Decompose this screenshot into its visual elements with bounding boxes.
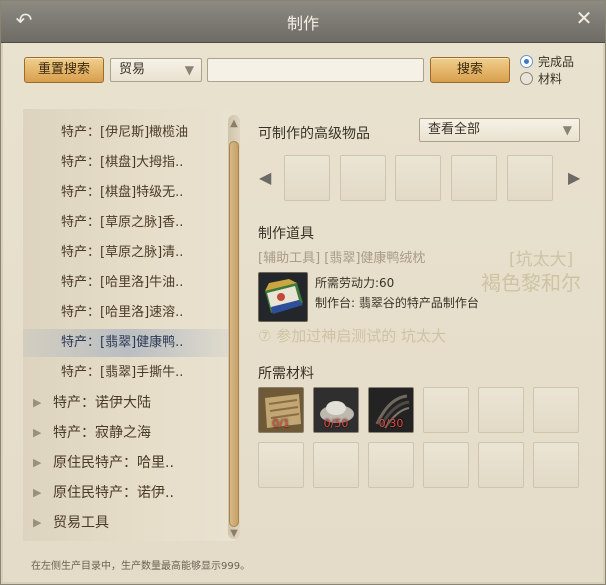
chevron-down-icon: ▼ [562,123,572,137]
tree-group[interactable]: ▶ 贸易工具 [23,509,231,537]
radio-material-label: 材料 [538,71,563,86]
material-count: 0/30 [378,417,404,430]
material-slot-empty [423,442,469,488]
ghost-text-2: 褐色黎和尔 [481,271,581,295]
tree-item[interactable]: 特产：[草原之脉]香.. [23,209,231,237]
close-icon[interactable]: ✕ [573,7,595,29]
tree-item-selected[interactable]: 特产：[翡翠]健康鸭.. [23,329,231,357]
expand-triangle-icon: ▶ [33,396,42,409]
material-count: 0/1 [272,417,290,430]
advanced-item-slot[interactable] [451,155,497,201]
crafting-tool-label: 制作道具 [258,226,314,242]
crafting-station: 制作台: 翡翠谷的特产品制作台 [315,296,479,310]
advanced-filter-select[interactable]: 查看全部 ▼ [419,118,580,142]
tree-group[interactable]: ▶ 特产：诺伊大陆 [23,389,231,417]
next-arrow-icon[interactable]: ▶ [568,165,580,191]
search-input[interactable] [207,58,424,82]
tree-item[interactable]: 特产：[伊尼斯]橄榄油 [23,119,231,147]
ghost-text-3: ⑦ 参加过神启测试的 坑太大 [258,325,446,346]
tree-group-label: 贸易工具 [53,515,109,531]
radio-material[interactable]: 材料 [520,70,562,86]
scroll-down-icon[interactable]: ▼ [228,527,240,541]
window-title: 制作 [286,14,319,33]
material-slot-empty [478,387,524,433]
tree-group-label: 特产：寂静之海 [53,425,151,441]
scroll-up-icon[interactable]: ▲ [228,117,240,131]
ghost-text-3-label: 参加过神启测试的 坑太大 [276,327,446,345]
tree-group[interactable]: ▶ 原住民特产：诺伊.. [23,479,231,507]
tree-group-label: 原住民特产：诺伊.. [53,485,174,501]
category-select[interactable]: 贸易 ▼ [110,58,202,82]
item-name: [辅助工具] [翡翠]健康鸭绒枕 [258,251,426,266]
titlebar: ↶ 制作 ✕ [1,1,605,43]
materials-label: 所需材料 [258,366,314,382]
material-slot-empty [533,387,579,433]
tree-item[interactable]: 特产：[棋盘]大拇指.. [23,149,231,177]
labor-cost: 所需劳动力:60 [315,276,395,290]
category-select-value: 贸易 [119,62,146,77]
reset-search-button[interactable]: 重置搜索 [24,57,104,83]
crafting-window: ↶ 制作 ✕ 重置搜索 贸易 ▼ 搜索 完成品 材料 特产：[伊尼斯]橄榄油 特… [0,0,606,585]
advanced-item-slot[interactable] [284,155,330,201]
recipe-tree-panel: 特产：[伊尼斯]橄榄油 特产：[棋盘]大拇指.. 特产：[棋盘]特级无.. 特产… [23,109,235,541]
scrollbar-thumb[interactable] [229,141,239,527]
tree-item[interactable]: 特产：[草原之脉]清.. [23,239,231,267]
advanced-filter-value: 查看全部 [428,122,481,137]
expand-triangle-icon: ▶ [33,426,42,439]
material-slot-empty [423,387,469,433]
tree-item[interactable]: 特产：[哈里洛]速溶.. [23,299,231,327]
tree-item[interactable]: 特产：[哈里洛]牛油.. [23,269,231,297]
pillow-item-icon[interactable] [258,272,308,322]
pillow-icon-art [259,273,307,321]
radio-finished-label: 完成品 [538,54,575,69]
radio-finished[interactable]: 完成品 [520,53,574,69]
material-slot-empty [313,442,359,488]
tree-item[interactable]: 特产：[棋盘]特级无.. [23,179,231,207]
advanced-item-slot[interactable] [340,155,386,201]
tree-item[interactable]: 特产：[翡翠]手撕牛.. [23,359,231,387]
tree-group-label: 原住民特产：哈里.. [53,455,174,471]
material-slot-empty [533,442,579,488]
material-slot-empty [258,442,304,488]
material-slot-feathers[interactable]: 0/50 [313,387,359,433]
advanced-items-label: 可制作的高级物品 [258,126,370,142]
ghost-badge-icon: ⑦ [258,327,277,345]
tree-group-label: 特产：诺伊大陆 [53,395,151,411]
advanced-item-slot[interactable] [395,155,441,201]
material-count: 0/50 [323,417,349,430]
radio-material-indicator[interactable] [520,71,533,85]
radio-finished-indicator[interactable] [520,54,533,68]
expand-triangle-icon: ▶ [33,486,42,499]
expand-triangle-icon: ▶ [33,456,42,469]
prev-arrow-icon[interactable]: ◀ [259,165,271,191]
material-slot-thread[interactable]: 0/30 [368,387,414,433]
material-slot-paper[interactable]: 0/1 [258,387,304,433]
tree-group[interactable]: ▶ 原住民特产：哈里.. [23,449,231,477]
footer-note: 在左侧生产目录中，生产数量最高能够显示999。 [31,561,251,572]
expand-triangle-icon: ▶ [33,516,42,529]
search-button[interactable]: 搜索 [430,57,510,83]
material-slot-empty [368,442,414,488]
material-slot-empty [478,442,524,488]
tree-group[interactable]: ▶ 特产：寂静之海 [23,419,231,447]
chevron-down-icon: ▼ [184,63,194,77]
advanced-item-slot[interactable] [507,155,553,201]
